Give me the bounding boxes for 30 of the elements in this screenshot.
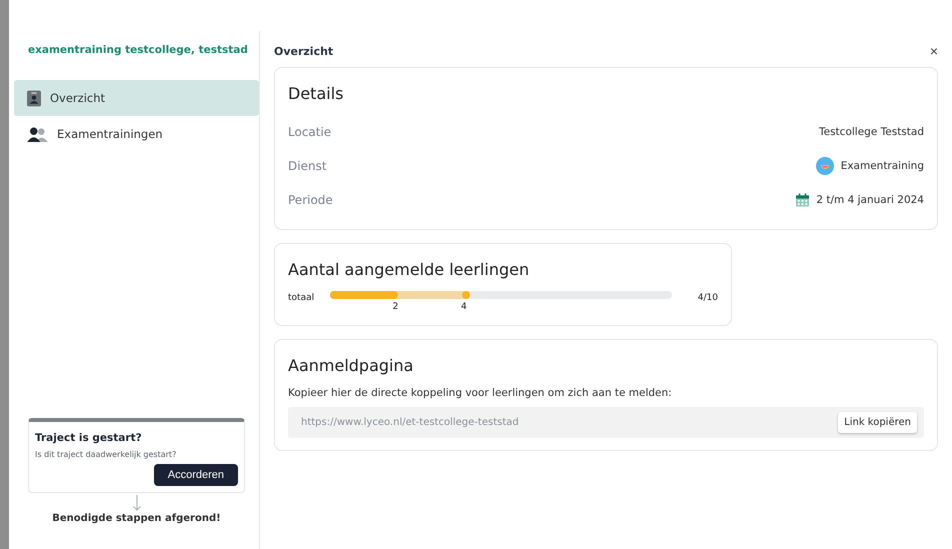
people-icon	[27, 126, 48, 142]
task-text: Is dit traject daadwerkelijk gestart?	[35, 450, 178, 459]
approve-button[interactable]: Accorderen	[154, 464, 238, 486]
close-button[interactable]: ×	[930, 43, 938, 59]
card-title: Aanmeldpagina	[288, 356, 414, 375]
card-title: Details	[288, 84, 344, 103]
field-label: Periode	[288, 193, 333, 207]
down-arrow-icon	[132, 495, 142, 511]
steps-complete-text: Benodigde stappen afgerond!	[51, 513, 222, 524]
nav-item[interactable]: Examentrainingen	[14, 116, 259, 152]
tick-label: 2	[392, 302, 398, 312]
link-field[interactable]: https://www.lyceo.nl/et-testcollege-teststad Link kopiëren	[288, 407, 924, 438]
id-badge-icon	[27, 90, 41, 106]
field-label: Locatie	[288, 125, 332, 139]
card-title: Aantal aangemelde leerlingen	[288, 260, 530, 279]
field-value: 2 t/m 4 januari 2024	[816, 194, 924, 206]
task-title: Traject is gestart?	[35, 432, 143, 444]
tick-label: 4	[460, 302, 467, 312]
progress-label: totaal	[288, 292, 316, 303]
calendar-icon	[796, 193, 810, 207]
field-value: Testcollege Teststad	[819, 126, 924, 138]
progress-reading: 4/10	[698, 292, 718, 303]
organization-title: examentraining testcollege, teststad	[27, 43, 249, 58]
field-label: Dienst	[288, 159, 327, 173]
field-value: Examentraining	[840, 160, 924, 172]
service-icon	[816, 157, 834, 175]
page-title: Overzicht	[274, 44, 334, 58]
instruction-text: Kopieer hier de directe koppeling voor leerlingen om zich aan te melden:	[288, 387, 673, 399]
copy-link-button[interactable]: Link kopiëren	[838, 412, 917, 433]
nav-item[interactable]: Overzicht	[14, 80, 259, 116]
